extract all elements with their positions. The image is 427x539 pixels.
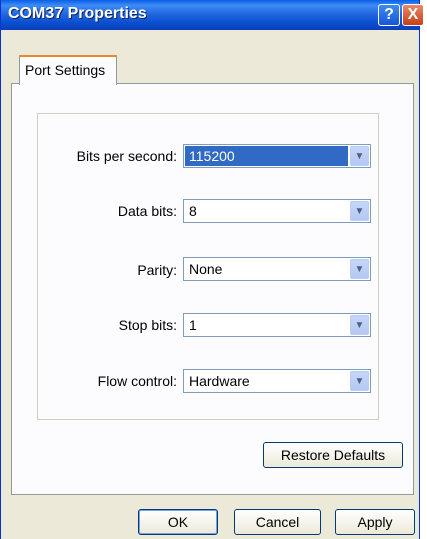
stop-bits-value: 1 (189, 317, 197, 333)
chevron-down-icon[interactable]: ▼ (350, 146, 369, 166)
stop-bits-label: Stop bits: (118, 317, 177, 333)
apply-button[interactable]: Apply (335, 509, 415, 535)
data-bits-label: Data bits: (117, 203, 177, 219)
help-button[interactable]: ? (378, 4, 400, 26)
stop-bits-select[interactable]: 1 ▼ (183, 313, 371, 337)
bits-per-second-value: 115200 (185, 146, 348, 166)
flow-control-value: Hardware (189, 373, 250, 389)
title-bar[interactable]: COM37 Properties ? X (1, 0, 424, 30)
flow-control-label: Flow control: (97, 373, 177, 389)
parity-value: None (189, 261, 223, 277)
chevron-down-icon[interactable]: ▼ (350, 259, 369, 279)
close-icon: X (407, 6, 419, 23)
data-bits-value: 8 (189, 203, 197, 219)
parity-select[interactable]: None ▼ (183, 257, 371, 281)
tab-port-settings[interactable]: Port Settings (19, 55, 117, 85)
close-button[interactable]: X (402, 4, 424, 26)
bits-per-second-select[interactable]: 115200 ▼ (183, 144, 371, 168)
flow-control-select[interactable]: Hardware ▼ (183, 369, 371, 393)
chevron-down-icon[interactable]: ▼ (350, 371, 369, 391)
properties-window: COM37 Properties ? X Port Settings Bits … (0, 0, 424, 539)
chevron-down-icon[interactable]: ▼ (350, 315, 369, 335)
help-icon: ? (384, 6, 394, 23)
data-bits-select[interactable]: 8 ▼ (183, 199, 371, 223)
restore-defaults-button[interactable]: Restore Defaults (263, 442, 403, 468)
bits-per-second-label: Bits per second: (76, 148, 177, 164)
cancel-button[interactable]: Cancel (234, 509, 321, 535)
tab-label: Port Settings (25, 62, 106, 78)
parity-label: Parity: (137, 262, 177, 278)
ok-button[interactable]: OK (138, 509, 218, 535)
chevron-down-icon[interactable]: ▼ (350, 201, 369, 221)
window-title: COM37 Properties (8, 5, 147, 22)
